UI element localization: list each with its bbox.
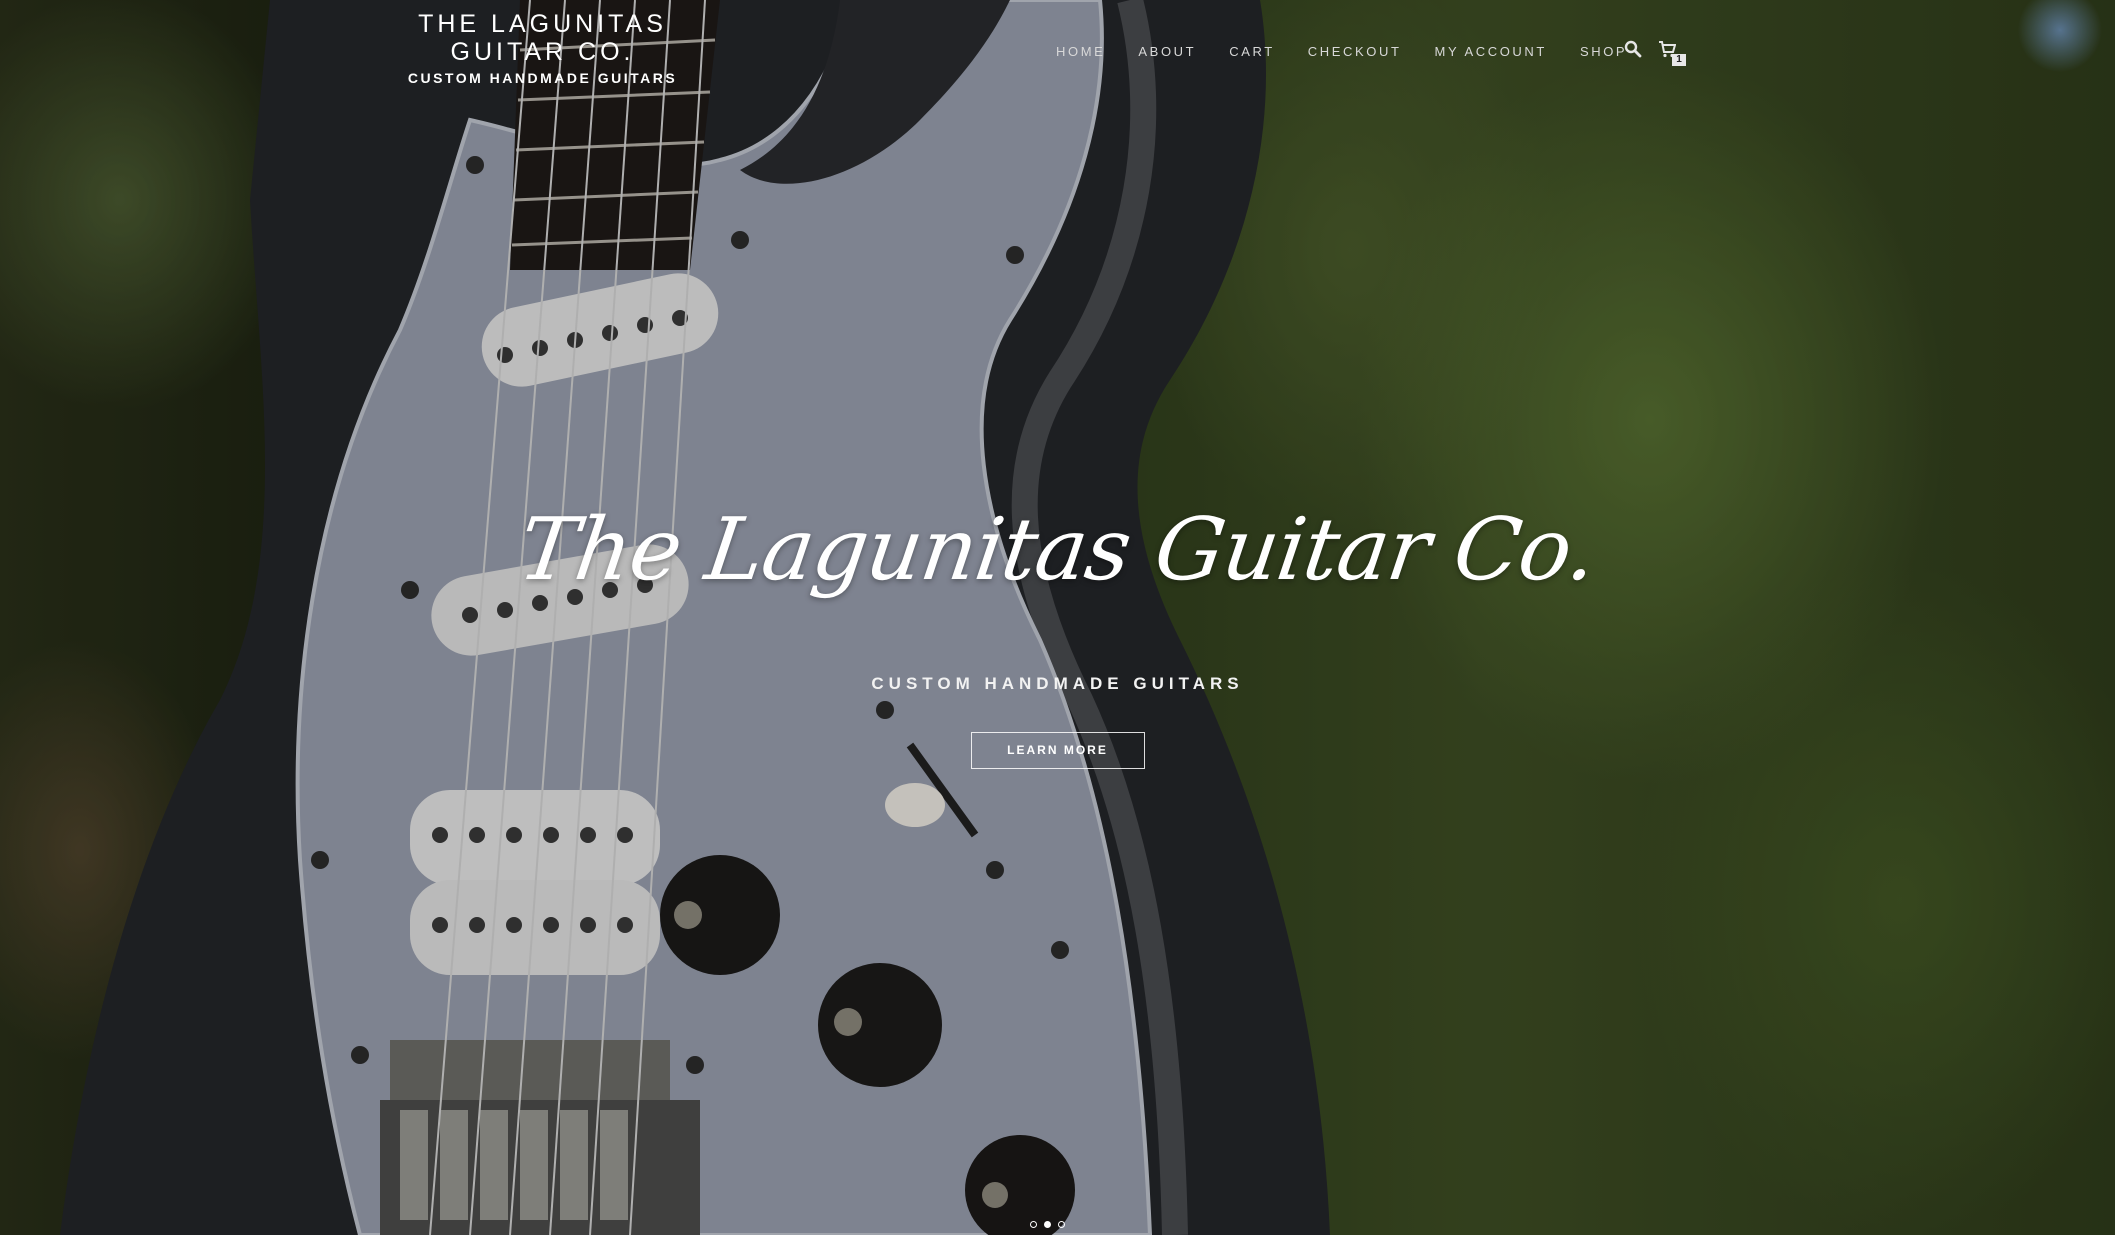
header-icons: 1: [1622, 38, 1686, 66]
slide-subtitle: CUSTOM HANDMADE GUITARS: [871, 674, 1244, 693]
slider-pagination: [1030, 1221, 1065, 1228]
nav-home[interactable]: HOME: [1056, 40, 1105, 64]
main-navigation: HOME ABOUT CART CHECKOUT MY ACCOUNT SHOP: [1056, 40, 1660, 64]
nav-my-account[interactable]: MY ACCOUNT: [1435, 40, 1547, 64]
cart-icon[interactable]: 1: [1656, 38, 1686, 66]
nav-cart[interactable]: CART: [1229, 40, 1275, 64]
learn-more-button[interactable]: LEARN MORE: [970, 732, 1145, 769]
nav-checkout[interactable]: CHECKOUT: [1308, 40, 1402, 64]
nav-shop[interactable]: SHOP: [1580, 40, 1627, 64]
slide-title: The Lagunitas Guitar Co.: [512, 500, 1603, 600]
slider-dot-3[interactable]: [1058, 1221, 1065, 1228]
site-tagline: CUSTOM HANDMADE GUITARS: [407, 70, 678, 86]
site-branding[interactable]: THE LAGUNITAS GUITAR CO. CUSTOM HANDMADE…: [405, 10, 680, 87]
slider-dot-1[interactable]: [1030, 1221, 1037, 1228]
nav-about[interactable]: ABOUT: [1138, 40, 1196, 64]
hero-slider: THE LAGUNITAS GUITAR CO. CUSTOM HANDMADE…: [0, 0, 2115, 1235]
search-icon[interactable]: [1622, 38, 1644, 60]
slide-content: The Lagunitas Guitar Co. CUSTOM HANDMADE…: [0, 490, 2115, 769]
cart-count-badge: 1: [1672, 54, 1686, 66]
slider-dot-2[interactable]: [1044, 1221, 1051, 1228]
site-title[interactable]: THE LAGUNITAS GUITAR CO.: [405, 10, 680, 66]
